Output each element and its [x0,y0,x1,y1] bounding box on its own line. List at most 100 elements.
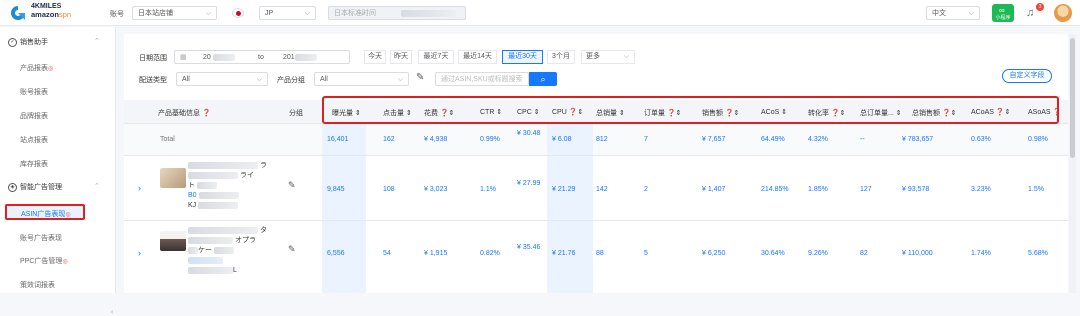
cell-cpu: ¥ 21.76 [552,250,576,257]
sidebar-section-sales[interactable]: ✓ 销售助手 ⌃ [8,37,100,47]
sidebar-item-product-report[interactable]: 产品报表◎ [20,63,53,73]
japan-flag-icon [232,8,244,18]
expand-row-icon[interactable]: › [138,248,141,258]
col-label: 销售额 [702,110,723,117]
redacted-title [188,161,258,169]
sidebar-item-account-report[interactable]: 账号报表 [20,87,48,97]
sidebar-item-account-ads[interactable]: 账号广告表现 [20,233,62,243]
cell-ctr: 1.1% [480,186,496,193]
expand-row-icon[interactable]: › [138,183,141,193]
col-spend[interactable]: 花费 ❓⇕ [424,108,455,118]
product-asin[interactable]: B0 [188,192,197,199]
search-button[interactable]: ⌕ [529,72,557,86]
country-select[interactable]: JP ⌵ [259,6,316,20]
col-acoas[interactable]: ACoAS ❓⇕ [971,108,1011,116]
edit-group-icon[interactable]: ✎ [288,180,296,191]
col-product-info[interactable]: 产品基础信息 ❓ [158,108,211,118]
chevron-down-icon: ⌵ [205,10,211,17]
mini-program-button[interactable]: ∞ 小程序 [992,4,1014,22]
product-title-part: ラ [259,162,267,169]
cell-sales: ¥ 6,250 [702,250,726,257]
edit-icon[interactable]: ✎ [416,72,424,83]
mini-program-icon: ∞ [999,6,1005,15]
cell-cpc: ¥ 27.99 [517,180,541,187]
brand-spn: spn [58,10,72,19]
custom-fields-button[interactable]: 自定义字段 [1002,69,1052,83]
product-group-select[interactable]: All ⌵ [314,72,409,86]
product-thumbnail [160,168,186,188]
chevron-down-icon: ⌵ [397,76,403,83]
ad-circle-icon: ◈ [8,182,17,192]
scrollbar-thumb[interactable] [1070,38,1075,158]
product-sku: KJ [188,202,197,209]
product-title-part: ケー [198,247,212,254]
product-sku: L [233,267,237,274]
col-label: ASoAS [1028,109,1051,116]
timezone-select[interactable]: 日本标准时间 ⌵ [328,6,466,20]
delivery-type-select[interactable]: All ⌵ [176,72,268,86]
sort-icon: ⇕ [353,110,361,117]
quick-yesterday-button[interactable]: 昨天 [390,50,412,64]
sidebar-item-keyword-report[interactable]: 策效词报表 [20,280,55,290]
language-select[interactable]: 中文 ⌵ [926,6,980,20]
quick-14days-button[interactable]: 最近14天 [458,50,497,64]
cell-acos: 64.49% [761,136,785,143]
vertical-scrollbar[interactable] [1069,34,1076,293]
col-conversion[interactable]: 转化率 ❓⇕ [808,108,846,118]
cell-sales: ¥ 1,407 [702,186,726,193]
redacted-title [188,246,198,254]
redacted-title [196,181,217,189]
col-total-orders[interactable]: 总订单量... ⇕ [860,108,902,118]
cell-cpu: ¥ 6.08 [552,136,572,143]
col-cpu[interactable]: CPU ❓⇕ [552,108,583,116]
col-label: ACoS [761,109,780,116]
col-clicks[interactable]: 点击量 ⇕ [383,108,412,118]
col-orders[interactable]: 订单量 ❓⇕ [644,108,682,118]
sidebar-section-ads[interactable]: ◈ 智能广告管理 ⌃ [8,182,100,192]
col-cpc[interactable]: CPC ⇕ [517,108,540,116]
collapse-sidebar-icon[interactable]: ‹ [111,309,113,316]
cell-acos: 214.85% [761,186,789,193]
col-impressions[interactable]: 曝光量 ⇕ [332,108,361,118]
quick-30days-button[interactable]: 最近30天 [502,50,543,64]
sidebar: ✓ 销售助手 ⌃ 产品报表◎ 账号报表 品牌报表 站点报表 库存报表 ◈ 智能广告管理… [0,27,116,316]
redacted-title [213,246,234,254]
search-input[interactable]: 通过ASIN,SKU或标题搜索 [435,72,529,86]
quick-7days-button[interactable]: 最近7天 [418,50,454,64]
cell-spend: ¥ 1,915 [424,250,448,257]
col-label: 总销售额 [912,110,940,117]
col-label: CPU [552,109,567,116]
table-row[interactable]: › タ オプラ ケー L ✎ 6,556 54 ¥ 1,915 0.82% ¥ … [124,221,1068,293]
col-label: 曝光量 [332,110,353,117]
col-sales[interactable]: 销售额 ❓⇕ [702,108,740,118]
sidebar-item-site-report[interactable]: 站点报表 [20,135,48,145]
quick-today-button[interactable]: 今天 [364,50,386,64]
sidebar-item-brand-report[interactable]: 品牌报表 [20,111,48,121]
col-total-sales[interactable]: 总销售额 ❓⇕ [912,108,957,118]
sort-icon: ❓⇕ [566,109,584,116]
store-select[interactable]: 日本站店铺 ⌵ [132,6,217,20]
col-label: 花费 [424,110,438,117]
quick-3months-button[interactable]: 3个月 [547,50,575,64]
date-range-picker[interactable]: ▦ 20 to 201 [174,50,350,64]
sort-icon: ❓⇕ [993,109,1011,116]
col-acos[interactable]: ACoS ⇕ [761,108,787,116]
redacted-asin[interactable] [188,256,223,264]
col-asoas[interactable]: ASoAS ❓ [1028,108,1061,116]
col-total-sales-qty[interactable]: 总销量 ⇕ [596,108,625,118]
table-row[interactable]: › ラ ライ ト B0 KJ ✎ 9,845 108 ¥ 3,023 1.1% … [124,156,1068,221]
product-info: ラ ライ ト B0 KJ [188,161,278,211]
column-highlight [547,221,593,293]
sidebar-item-asin-ads[interactable]: ASIN广告表现◎ [5,204,85,220]
quick-more-button[interactable]: 更多 ⌵ [581,50,635,64]
sort-icon: ❓⇕ [940,110,957,117]
sort-icon: ⇕ [893,110,902,117]
quick-more-label: 更多 [586,53,600,60]
col-ctr[interactable]: CTR ⇕ [480,108,502,116]
cell-conversion: 4.32% [808,136,828,143]
avatar[interactable] [1054,4,1072,22]
edit-group-icon[interactable]: ✎ [288,244,296,255]
sidebar-item-ppc-management[interactable]: PPC广告管理◎ [20,256,68,266]
sidebar-item-inventory-report[interactable]: 库存报表 [20,159,48,169]
cell-orders: 7 [644,136,648,143]
